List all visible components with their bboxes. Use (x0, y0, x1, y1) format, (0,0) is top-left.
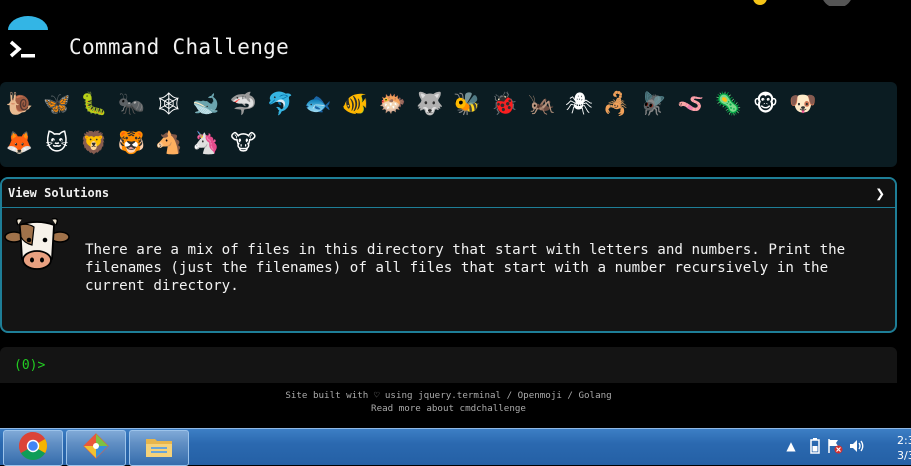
challenge-fox-icon[interactable]: 🦊 (4, 127, 35, 161)
terminal-prompt[interactable]: (0)> (14, 358, 45, 373)
terminal[interactable]: (0)> (0, 347, 897, 383)
challenge-monkey-icon[interactable]: 🐵 (750, 88, 781, 122)
view-solutions-label: View Solutions (8, 186, 110, 200)
chevron-right-icon: ❯ (875, 183, 885, 203)
challenge-spider-web-icon[interactable]: 🕸 (153, 88, 184, 122)
git-taskbar-button[interactable] (66, 430, 126, 466)
challenge-fish-icon[interactable]: 🐟 (302, 88, 333, 122)
view-solutions-toggle[interactable]: View Solutions ❯ (2, 179, 895, 208)
challenge-lion-icon[interactable]: 🦁 (79, 127, 110, 161)
challenge-unicorn-icon[interactable]: 🦄 (190, 127, 221, 161)
challenge-wolf-icon[interactable]: 🐺 (414, 88, 445, 122)
challenge-blowfish-icon[interactable]: 🐡 (377, 88, 408, 122)
system-tray: ▲ 2:3 3/3 (781, 429, 911, 465)
chrome-taskbar-button[interactable] (3, 430, 63, 466)
cow-icon (4, 215, 70, 277)
challenge-emoji-bar: 🐌 🦋 🐛 🐜 🕸 🐋 🦈 🐬 🐟 🐠 🐡 🐺 🐝 🐞 🦗 🕷 🦂 🪰 🪱 🦠 🐵 🐶 🦊 🐱 🦁 🐯 🐴 🦄 🐮 (0, 82, 897, 167)
challenge-tiger-icon[interactable]: 🐯 (116, 127, 147, 161)
challenge-scorpion-icon[interactable]: 🦂 (601, 88, 632, 122)
top-cutoff-icons (715, 0, 855, 10)
challenge-ladybug-icon[interactable]: 🐞 (489, 88, 520, 122)
chrome-icon (18, 431, 48, 465)
challenge-tropical-fish-icon[interactable]: 🐠 (340, 88, 371, 122)
git-icon (81, 431, 111, 465)
challenge-cricket-icon[interactable]: 🦗 (526, 88, 557, 122)
challenge-cow-icon[interactable]: 🐮 (228, 127, 259, 161)
challenge-shark-icon[interactable]: 🦈 (228, 88, 259, 122)
challenge-caterpillar-icon[interactable]: 🐛 (79, 88, 110, 122)
challenge-microbe-icon[interactable]: 🦠 (713, 88, 744, 122)
challenge-butterfly-icon[interactable]: 🦋 (41, 88, 72, 122)
page-title: Command Challenge (69, 35, 290, 59)
challenge-spider-icon[interactable]: 🕷 (563, 88, 594, 122)
challenge-dog-icon[interactable]: 🐶 (787, 88, 818, 122)
challenge-horse-icon[interactable]: 🐴 (153, 127, 184, 161)
emoji-row-2: 🦊 🐱 🦁 🐯 🐴 🦄 🐮 (4, 127, 265, 161)
cmdchallenge-logo-icon[interactable] (6, 16, 50, 64)
challenge-worm-icon[interactable]: 🪱 (675, 88, 706, 122)
challenge-fly-icon[interactable]: 🪰 (638, 88, 669, 122)
volume-icon[interactable] (849, 438, 865, 454)
challenge-ant-icon[interactable]: 🐜 (116, 88, 147, 122)
challenge-panel: View Solutions ❯ There are a mix of file… (0, 177, 897, 333)
challenge-bee-icon[interactable]: 🐝 (452, 88, 483, 122)
file-explorer-icon (143, 431, 175, 465)
system-clock[interactable]: 2:3 3/3 (897, 433, 911, 463)
show-hidden-icons-icon[interactable]: ▲ (783, 438, 799, 454)
read-more-link[interactable]: Read more about cmdchallenge (371, 403, 526, 414)
footer-credits[interactable]: Site built with ♡ using jquery.terminal … (0, 389, 897, 402)
action-center-flag-icon[interactable] (827, 438, 843, 454)
taskbar: ▲ 2:3 3/3 (0, 428, 911, 466)
battery-icon[interactable] (807, 438, 823, 454)
challenge-description: There are a mix of files in this directo… (85, 242, 846, 294)
emoji-row-1: 🐌 🦋 🐛 🐜 🕸 🐋 🦈 🐬 🐟 🐠 🐡 🐺 🐝 🐞 🦗 🕷 🦂 🪰 🪱 🦠 🐵 🐶 (4, 88, 825, 122)
file-explorer-taskbar-button[interactable] (129, 430, 189, 466)
clock-time: 2:3 (897, 434, 911, 447)
challenge-snail-icon[interactable]: 🐌 (4, 88, 35, 122)
footer: Site built with ♡ using jquery.terminal … (0, 389, 897, 415)
challenge-whale-icon[interactable]: 🐋 (190, 88, 221, 122)
challenge-cat-icon[interactable]: 🐱 (41, 127, 72, 161)
clock-date: 3/3 (897, 449, 911, 462)
challenge-dolphin-icon[interactable]: 🐬 (265, 88, 296, 122)
